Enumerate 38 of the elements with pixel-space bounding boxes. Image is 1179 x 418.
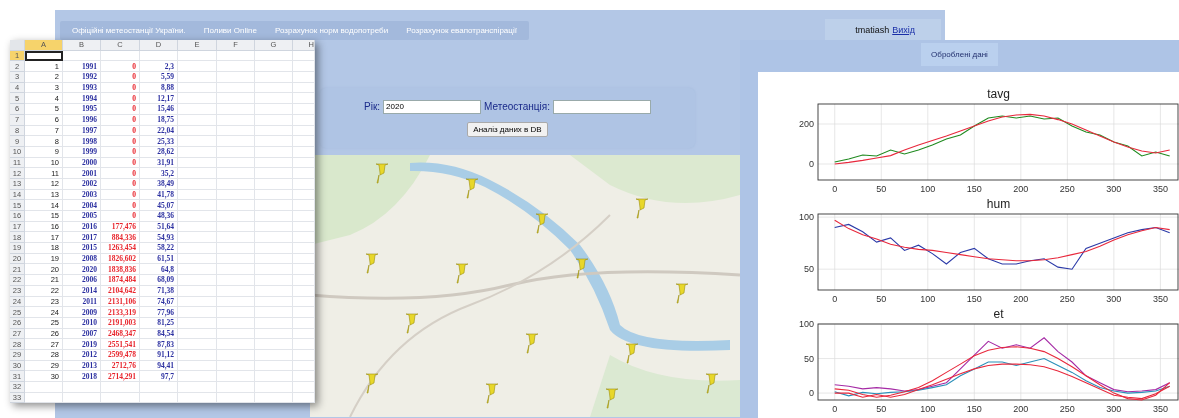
axis-tick-label: 0	[809, 388, 814, 399]
axis-tick-label: 350	[1152, 294, 1168, 304]
axis-tick-label: 100	[798, 319, 814, 329]
axis-tick-label: 100	[798, 212, 814, 223]
axis-tick-label: 300	[1106, 294, 1122, 304]
axis-tick-label: 200	[1013, 294, 1029, 304]
axis-tick-label: 250	[1059, 184, 1075, 194]
axis-tick-label: 0	[809, 159, 814, 169]
axis-tick-label: 50	[876, 294, 887, 304]
axis-tick-label: 50	[804, 353, 814, 364]
axis-tick-label: 100	[920, 404, 936, 414]
axis-tick-label: 0	[832, 184, 838, 194]
axis-tick-label: 50	[876, 184, 887, 194]
username: tmatiash	[855, 25, 890, 35]
axis-tick-label: 150	[966, 294, 982, 304]
axis-tick-label: 300	[1106, 404, 1122, 414]
axis-tick-label: 150	[966, 404, 982, 414]
axis-tick-label: 200	[1013, 184, 1029, 194]
axis-tick-label: 150	[966, 184, 982, 194]
axis-tick-label: 250	[1059, 404, 1075, 414]
field-label: Метеостанція:	[484, 101, 550, 112]
axis-tick-label: 100	[920, 294, 936, 304]
axis-tick-label: 200	[1013, 404, 1029, 414]
axis-tick-label: 50	[876, 404, 887, 414]
chart-title: tavg	[987, 87, 1010, 101]
axis-tick-label: 300	[1106, 184, 1122, 194]
axis-tick-label: 200	[798, 119, 814, 129]
axis-tick-label: 350	[1152, 404, 1168, 414]
chart-title: hum	[986, 197, 1011, 211]
chart-title: et	[993, 307, 1004, 321]
axis-tick-label: 0	[832, 294, 838, 304]
axis-tick-label: 250	[1059, 294, 1075, 304]
axis-tick-label: 50	[804, 264, 814, 275]
field-label: Рік:	[364, 101, 381, 112]
axis-tick-label: 0	[832, 404, 838, 414]
window-title: Оброблені дані	[921, 43, 998, 66]
axis-tick-label: 350	[1152, 184, 1168, 194]
axis-tick-label: 100	[920, 184, 936, 194]
